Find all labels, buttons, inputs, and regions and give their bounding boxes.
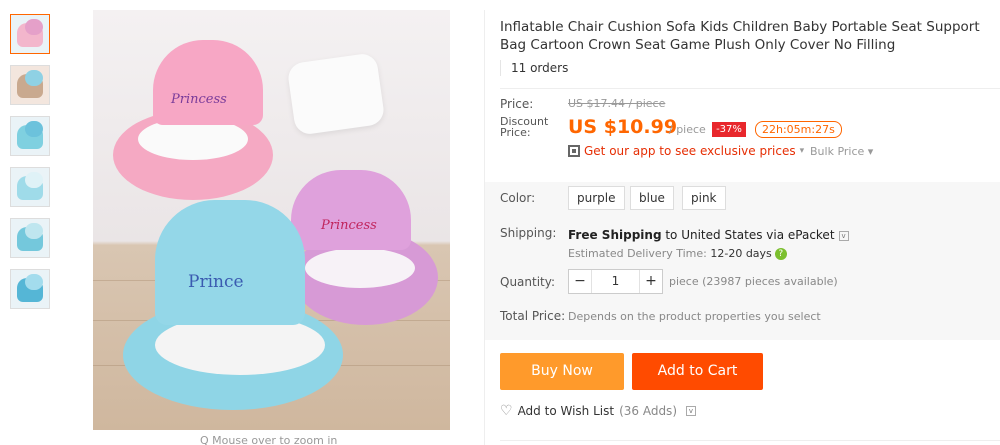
purple-crown — [291, 170, 411, 250]
chevron-down-icon[interactable]: v — [686, 406, 696, 416]
blue-crown-label: Prince — [188, 272, 244, 292]
delivery-label: Estimated Delivery Time: — [568, 247, 707, 260]
thumbnail-1[interactable] — [10, 14, 50, 54]
total-price-label: Total Price: — [500, 309, 566, 323]
chevron-down-icon[interactable]: v — [838, 230, 849, 241]
pillow — [286, 52, 386, 136]
product-info-panel: Inflatable Chair Cushion Sofa Kids Child… — [484, 10, 1000, 445]
pink-crown — [153, 40, 263, 125]
color-label: Color: — [500, 191, 536, 205]
pink-crown-label: Princess — [171, 92, 227, 107]
original-price: US $17.44 / piece — [568, 97, 666, 110]
thumb-crown — [25, 172, 43, 188]
wishlist-label: Add to Wish List — [517, 404, 615, 418]
thumbnail-5[interactable] — [10, 218, 50, 258]
discount-price-label: Discount Price: — [500, 115, 549, 139]
discount-badge: -37% — [712, 122, 746, 137]
divider — [500, 440, 1000, 441]
purple-crown-label: Princess — [321, 218, 377, 233]
zoom-hint: Q Mouse over to zoom in — [200, 434, 338, 445]
wishlist-link[interactable]: ♡ Add to Wish List (36 Adds) v — [500, 403, 696, 419]
thumb-crown — [25, 19, 43, 35]
shipping-info[interactable]: Free Shipping to United States via ePack… — [568, 228, 849, 242]
shipping-label: Shipping: — [500, 226, 557, 240]
color-option-blue[interactable]: blue — [630, 186, 674, 210]
main-product-image[interactable]: Princess Princess Prince — [93, 10, 450, 430]
delivery-value: 12-20 days — [710, 247, 772, 260]
quantity-decrease-button[interactable]: − — [569, 270, 591, 293]
app-promo[interactable]: Get our app to see exclusive prices ▾ — [568, 144, 804, 158]
thumbnail-3[interactable] — [10, 116, 50, 156]
chevron-down-icon: ▾ — [799, 146, 805, 156]
quantity-increase-button[interactable]: + — [640, 270, 662, 293]
question-icon[interactable]: ? — [774, 248, 787, 260]
buy-now-button[interactable]: Buy Now — [500, 353, 624, 390]
color-option-pink[interactable]: pink — [682, 186, 726, 210]
discounted-price: US $10.99 — [568, 116, 678, 138]
shipping-free: Free Shipping — [568, 228, 662, 242]
heart-plus-icon: ♡ — [500, 403, 513, 419]
thumbnail-2[interactable] — [10, 65, 50, 105]
thumb-crown — [25, 274, 43, 290]
shipping-destination: to United States via ePacket — [661, 228, 835, 242]
product-page: Princess Princess Prince Q Mouse over to… — [0, 0, 1000, 445]
divider — [500, 88, 1000, 89]
thumb-crown — [25, 121, 43, 137]
delivery-time: Estimated Delivery Time: 12-20 days? — [568, 247, 787, 260]
thumb-crown — [25, 223, 43, 239]
thumb-crown — [25, 70, 43, 86]
quantity-input[interactable]: 1 — [591, 270, 640, 293]
thumbnail-6[interactable] — [10, 269, 50, 309]
stock-availability: piece (23987 pieces available) — [669, 275, 838, 288]
wishlist-count: (36 Adds) — [619, 404, 677, 418]
thumbnail-strip — [10, 14, 56, 320]
total-price-value: Depends on the product properties you se… — [568, 310, 821, 323]
product-title: Inflatable Chair Cushion Sofa Kids Child… — [500, 19, 980, 53]
bulk-price-link[interactable]: Bulk Price ▾ — [810, 145, 873, 158]
color-option-purple[interactable]: purple — [568, 186, 625, 210]
app-promo-text: Get our app to see exclusive prices — [584, 144, 796, 158]
per-piece: / piece — [669, 123, 706, 136]
price-label: Price: — [500, 97, 534, 111]
purple-chair-seat — [305, 248, 415, 288]
add-to-cart-button[interactable]: Add to Cart — [632, 353, 763, 390]
quantity-stepper: − 1 + — [568, 269, 663, 294]
quantity-label: Quantity: — [500, 275, 556, 289]
blue-crown — [155, 200, 305, 325]
thumbnail-4[interactable] — [10, 167, 50, 207]
orders-count: 11 orders — [500, 60, 568, 76]
qr-code-icon — [568, 145, 580, 157]
countdown-timer: 22h:05m:27s — [755, 121, 842, 138]
